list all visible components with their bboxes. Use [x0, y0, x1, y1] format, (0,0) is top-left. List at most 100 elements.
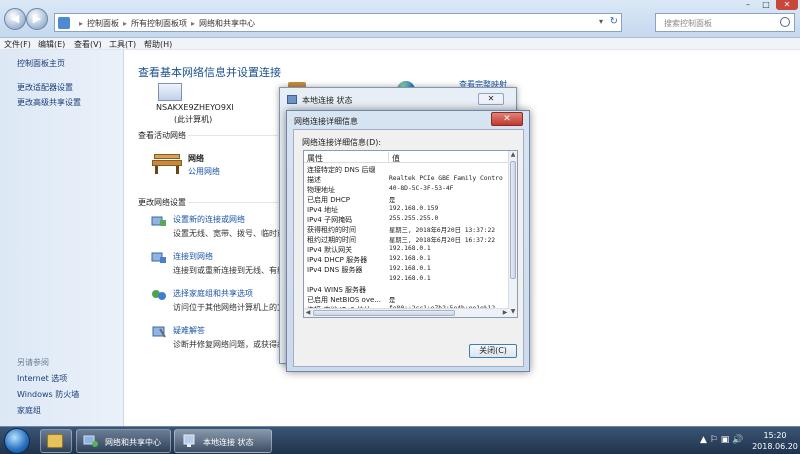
- forward-button[interactable]: ▶: [26, 8, 48, 30]
- network-type-link[interactable]: 公用网络: [188, 166, 220, 177]
- menu-tools[interactable]: 工具(T): [109, 39, 136, 50]
- task-link-homegroup[interactable]: 选择家庭组和共享选项: [173, 288, 253, 299]
- horizontal-scrollbar[interactable]: ◀ ▶: [304, 308, 509, 317]
- taskbar-label: 本地连接 状态: [203, 438, 254, 447]
- menu-view[interactable]: 查看(V): [74, 39, 102, 50]
- status-dialog-close-button[interactable]: ✕: [478, 93, 504, 105]
- list-item[interactable]: 已启用 NetBIOS ove... 是: [304, 294, 509, 304]
- back-button[interactable]: ◀: [4, 8, 26, 30]
- list-item[interactable]: 192.168.0.1: [304, 274, 509, 284]
- property-name: IPv4 地址: [307, 206, 339, 214]
- breadcrumb-item[interactable]: 控制面板: [87, 19, 119, 28]
- property-name: 获得租约的时间: [307, 226, 356, 234]
- property-name: IPv4 DNS 服务器: [307, 266, 363, 274]
- task-desc-connect: 连接到或重新连接到无线、有线、: [173, 266, 293, 275]
- public-network-icon: [152, 154, 182, 174]
- maximize-button[interactable]: □: [758, 0, 774, 10]
- menu-bar: 文件(F) 编辑(E) 查看(V) 工具(T) 帮助(H): [0, 38, 800, 50]
- list-item[interactable]: IPv4 DNS 服务器 192.168.0.1: [304, 264, 509, 274]
- scroll-up-icon[interactable]: ▲: [509, 151, 517, 160]
- computer-sub: (此计算机): [174, 115, 213, 124]
- task-desc-homegroup: 访问位于其他网络计算机上的文件: [173, 303, 293, 312]
- search-icon[interactable]: [780, 17, 790, 27]
- see-also-header: 另请参阅: [17, 358, 49, 367]
- menu-help[interactable]: 帮助(H): [144, 39, 172, 50]
- local-connection-icon: [183, 434, 195, 447]
- property-name: 描述: [307, 176, 321, 184]
- tray-icons[interactable]: ▲ ⚐ ▣ 🔊: [700, 435, 743, 445]
- start-button[interactable]: [4, 428, 30, 454]
- property-value: Realtek PCIe GBE Family Contro: [389, 175, 503, 182]
- task-link-connect[interactable]: 连接到网络: [173, 251, 213, 262]
- see-also-internet-options[interactable]: Internet 选项: [17, 373, 67, 384]
- taskbar-label: 网络和共享中心: [105, 438, 161, 447]
- property-value: 是: [389, 297, 396, 304]
- property-name: IPv4 DHCP 服务器: [307, 256, 368, 264]
- breadcrumb-item[interactable]: 所有控制面板项: [131, 19, 187, 28]
- network-adapter-icon: [287, 95, 297, 104]
- list-item[interactable]: IPv4 地址 192.168.0.159: [304, 204, 509, 214]
- sidebar-link-sharing[interactable]: 更改高级共享设置: [17, 97, 81, 108]
- active-networks-header: 查看活动网络: [138, 131, 186, 140]
- scroll-right-icon[interactable]: ▶: [501, 309, 509, 316]
- scroll-down-icon[interactable]: ▼: [509, 308, 517, 317]
- taskbar-explorer-button[interactable]: [40, 429, 72, 453]
- taskbar-button-network-center[interactable]: 网络和共享中心: [76, 429, 171, 453]
- scroll-thumb[interactable]: [510, 161, 516, 279]
- task-desc-new-connection: 设置无线、宽带、拨号、临时或: [173, 229, 285, 238]
- property-value: 40-8D-5C-3F-53-4F: [389, 185, 454, 192]
- property-name: IPv4 默认网关: [307, 246, 353, 254]
- list-item[interactable]: 已启用 DHCP 是: [304, 194, 509, 204]
- list-item[interactable]: IPv4 WINS 服务器: [304, 284, 509, 294]
- breadcrumb-item[interactable]: 网络和共享中心: [199, 19, 255, 28]
- left-nav-pane: 控制面板主页 更改适配器设置 更改高级共享设置 另请参阅 Internet 选项…: [0, 50, 124, 426]
- list-item[interactable]: 描述 Realtek PCIe GBE Family Contro: [304, 174, 509, 184]
- property-value: 是: [389, 197, 396, 204]
- list-item[interactable]: IPv4 子网掩码 255.255.255.0: [304, 214, 509, 224]
- homegroup-icon: [152, 290, 166, 300]
- property-value: 192.168.0.1: [389, 265, 431, 272]
- sidebar-link-home[interactable]: 控制面板主页: [17, 58, 65, 69]
- property-value: 192.168.0.159: [389, 205, 439, 212]
- address-dropdown-icon[interactable]: ▾: [599, 17, 603, 26]
- list-column-header: 属性 值: [304, 151, 509, 163]
- list-item[interactable]: 物理地址 40-8D-5C-3F-53-4F: [304, 184, 509, 194]
- list-item[interactable]: IPv4 DHCP 服务器 192.168.0.1: [304, 254, 509, 264]
- task-link-new-connection[interactable]: 设置新的连接或网络: [173, 214, 245, 225]
- divider: [188, 202, 278, 203]
- menu-file[interactable]: 文件(F): [4, 39, 31, 50]
- close-button[interactable]: 关闭(C): [469, 344, 517, 358]
- menu-edit[interactable]: 编辑(E): [38, 39, 65, 50]
- task-link-troubleshoot[interactable]: 疑难解答: [173, 325, 205, 336]
- column-value[interactable]: 值: [392, 153, 400, 164]
- change-settings-header: 更改网络设置: [138, 198, 186, 207]
- taskbar-button-status[interactable]: 本地连接 状态: [174, 429, 272, 453]
- close-window-button[interactable]: ✕: [776, 0, 798, 10]
- see-also-homegroup[interactable]: 家庭组: [17, 405, 41, 416]
- search-box[interactable]: 搜索控制面板: [655, 13, 795, 32]
- details-listview[interactable]: 属性 值 连接特定的 DNS 后缀 描述 Realtek PCIe GBE Fami…: [303, 150, 518, 318]
- property-value: 255.255.255.0: [389, 215, 439, 222]
- list-item[interactable]: 获得租约的时间 星期三, 2018年6月20日 13:37:22: [304, 224, 509, 234]
- details-dialog-close-x-button[interactable]: ✕: [491, 112, 523, 126]
- list-item[interactable]: IPv4 默认网关 192.168.0.1: [304, 244, 509, 254]
- column-property[interactable]: 属性: [307, 153, 323, 164]
- property-value: 星期三, 2018年6月20日 13:37:22: [389, 227, 496, 234]
- list-item[interactable]: 租约过期的时间 星期三, 2018年6月20日 16:37:22: [304, 234, 509, 244]
- network-center-icon: [83, 435, 98, 447]
- minimize-button[interactable]: –: [740, 0, 756, 10]
- address-bar[interactable]: ▸ 控制面板 ▸ 所有控制面板项 ▸ 网络和共享中心 ▾ ↻: [54, 13, 622, 32]
- vertical-scrollbar[interactable]: ▲ ▼: [508, 151, 517, 317]
- hscroll-thumb[interactable]: [313, 310, 455, 316]
- sidebar-link-adapter[interactable]: 更改适配器设置: [17, 82, 73, 93]
- clock[interactable]: 15:20 2018.06.20: [752, 430, 798, 452]
- network-name: 网络: [188, 154, 204, 163]
- clock-date: 2018.06.20: [752, 442, 798, 451]
- refresh-icon[interactable]: ↻: [610, 16, 618, 27]
- property-name: 租约过期的时间: [307, 236, 356, 244]
- list-item[interactable]: 连接特定的 DNS 后缀: [304, 164, 509, 174]
- see-also-firewall[interactable]: Windows 防火墙: [17, 389, 79, 400]
- property-value: 192.168.0.1: [389, 245, 431, 252]
- new-connection-icon: [151, 216, 166, 226]
- scroll-left-icon[interactable]: ◀: [304, 309, 312, 316]
